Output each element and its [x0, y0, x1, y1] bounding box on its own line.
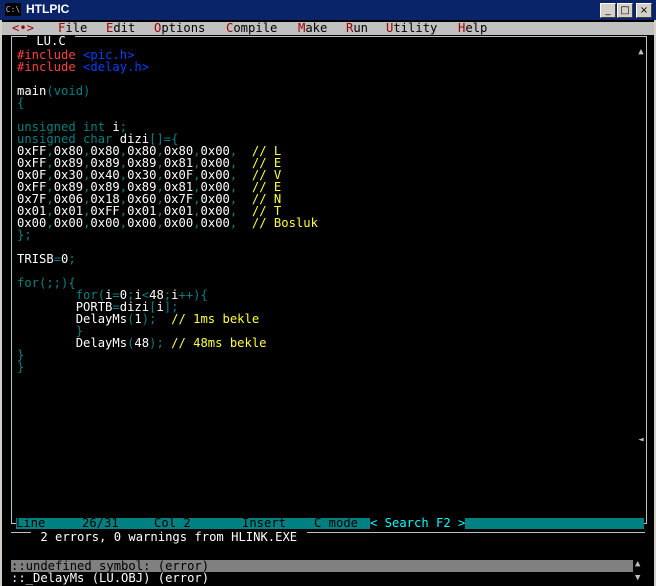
menu-item[interactable]: Edit: [106, 22, 135, 35]
search-button[interactable]: < Search F2 >: [370, 517, 466, 529]
code-token: 0x00: [53, 216, 84, 230]
menu-label: tility: [393, 21, 438, 35]
message-window[interactable]: 2 errors, 0 warnings from HLINK.EXE ::un…: [11, 530, 645, 586]
code-token: {: [17, 96, 25, 110]
code-token: 0x00: [163, 216, 194, 230]
code-line[interactable]: main(void): [17, 85, 318, 97]
code-line[interactable]: DelayMs(48); // 48ms bekle: [17, 337, 318, 349]
maximize-button[interactable]: □: [617, 3, 633, 18]
menu-item[interactable]: Make: [298, 22, 327, 35]
code-token: // Bosluk: [251, 216, 318, 230]
code-token: // 48ms bekle: [171, 336, 267, 350]
status-line-label: Line: [16, 516, 46, 530]
editor-window[interactable]: LU.C #include <pic.h> #include <delay.h> m…: [11, 34, 647, 524]
code-token: 0x00: [200, 216, 230, 230]
menu-hotkey: <•>: [12, 21, 35, 35]
close-button[interactable]: ×: [636, 3, 652, 18]
code-line[interactable]: {: [17, 97, 318, 109]
menu-label: ile: [65, 21, 88, 35]
status-col: Col 2: [154, 516, 191, 530]
code-line[interactable]: #include <delay.h>: [17, 61, 318, 73]
code-token: #include: [17, 60, 84, 74]
code-line[interactable]: };: [17, 229, 318, 241]
code-area[interactable]: #include <pic.h> #include <delay.h> main(v…: [17, 49, 318, 373]
message-item[interactable]: ::_DelayMs (LU.OBJ) (error): [11, 572, 209, 584]
minimize-button[interactable]: _: [600, 3, 616, 18]
status-line-value: 26/31: [82, 516, 119, 530]
editor-file-title: LU.C: [27, 34, 76, 48]
console-area: <•> File Edit Options Compile Make Run Utility H…: [2, 20, 654, 586]
window-title: HTLPIC: [26, 2, 70, 16]
status-mode: Insert: [242, 516, 287, 530]
menu-item[interactable]: Help: [458, 22, 487, 35]
code-token: TRISB: [17, 252, 54, 266]
code-token: ,: [193, 216, 201, 230]
code-token: =: [53, 252, 62, 266]
menu-item[interactable]: Utility: [386, 22, 437, 35]
menu-label: un: [353, 21, 369, 35]
menu-bar: <•> File Edit Options Compile Make Run Utility H…: [2, 22, 654, 35]
vertical-scrollbar[interactable]: ▲ ◄: [636, 37, 646, 523]
code-line[interactable]: 0x00,0x00,0x00,0x00,0x00,0x00, // Bosluk: [17, 217, 318, 229]
code-token: 0x00: [127, 216, 157, 230]
scroll-up-icon[interactable]: ▲: [635, 559, 643, 569]
menu-label: ompile: [233, 21, 278, 35]
menu-item[interactable]: Run: [346, 22, 368, 35]
menu-label: elp: [465, 21, 488, 35]
menu-item[interactable]: Compile: [226, 22, 277, 35]
code-line[interactable]: TRISB=0;: [17, 253, 318, 265]
menu-label: ptions: [161, 21, 206, 35]
code-line[interactable]: }: [17, 349, 318, 361]
code-token: ++){: [178, 288, 208, 302]
code-token: 0x00: [90, 216, 120, 230]
scroll-left-marker-icon[interactable]: ◄: [636, 435, 646, 445]
code-token: <delay.h>: [83, 60, 150, 74]
code-token: DelayMs: [75, 336, 128, 350]
title-bar: C:\ HTLPIC _ □ ×: [0, 0, 656, 20]
menu-label: ake: [305, 21, 328, 35]
console-icon[interactable]: C:\: [5, 3, 21, 16]
code-token: ,: [156, 216, 164, 230]
code-token: ,: [229, 216, 252, 230]
code-token: );: [149, 336, 172, 350]
code-token: }: [17, 360, 25, 374]
code-token: // 1ms bekle: [171, 312, 260, 326]
scroll-down-icon[interactable]: ▼: [635, 573, 643, 583]
code-token: 1: [134, 312, 142, 326]
menu-label: dit: [113, 21, 136, 35]
code-token: DelayMs: [75, 312, 128, 326]
code-token: ;: [68, 252, 76, 266]
menu-item[interactable]: Options: [154, 22, 205, 35]
code-token: );: [141, 312, 172, 326]
code-token: (void): [46, 84, 91, 98]
code-line[interactable]: }: [17, 361, 318, 373]
status-bar: Line 26/31 Col 2 Insert C mode < Search …: [16, 516, 644, 530]
message-window-title: 2 errors, 0 warnings from HLINK.EXE: [31, 530, 307, 544]
scroll-up-icon[interactable]: ▲: [636, 47, 646, 57]
code-token: 48: [134, 336, 150, 350]
code-token: ,: [119, 216, 128, 230]
code-token: };: [17, 228, 32, 242]
code-token: ,: [46, 216, 54, 230]
status-lang: C mode: [314, 516, 359, 530]
